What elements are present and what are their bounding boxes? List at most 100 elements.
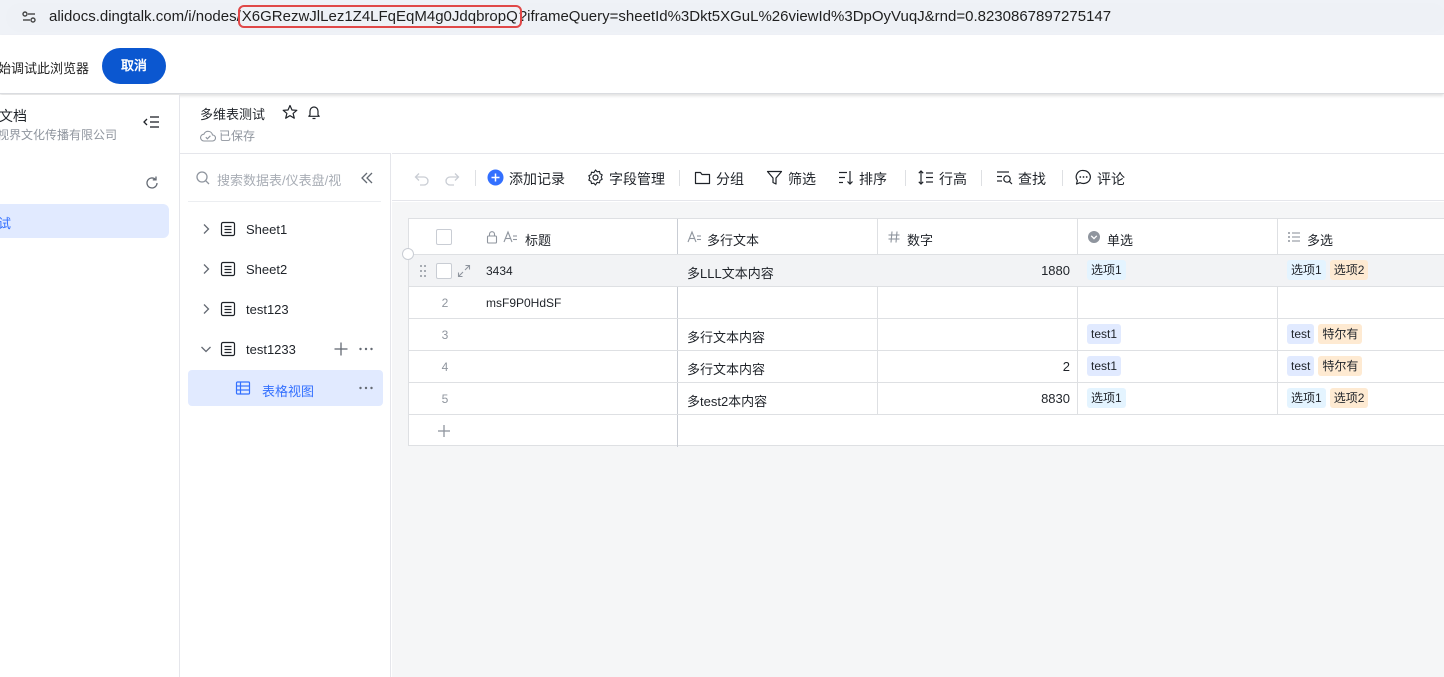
find-icon <box>997 171 1013 185</box>
chevron-right-icon[interactable] <box>200 303 212 315</box>
add-record-label: 添加记录 <box>509 171 565 187</box>
tree-item-label: test1233 <box>246 342 296 357</box>
sort-label: 排序 <box>859 171 887 187</box>
table-row[interactable]: 3 多行文本内容 test1 test 特尔有 <box>409 319 1444 351</box>
column-header-label: 单选 <box>1107 233 1134 248</box>
site-settings-icon[interactable] <box>21 9 37 25</box>
row-checkbox[interactable] <box>436 263 452 279</box>
table-row[interactable]: 2 msF9P0HdSF <box>409 287 1444 319</box>
row-height-label: 行高 <box>939 171 967 187</box>
url-prefix: alidocs.dingtalk.com/i/nodes/ <box>49 8 241 25</box>
chevron-right-icon[interactable] <box>200 263 212 275</box>
sort-icon <box>839 171 853 185</box>
table-row[interactable]: 5 多test2本内容 8830 选项1 选项1 选项2 <box>409 383 1444 415</box>
url-suffix: ?iframeQuery=sheetId%3Dkt5XGuL%26viewId%… <box>518 8 1112 25</box>
cell-single-select[interactable]: 选项1 <box>1087 260 1130 280</box>
lock-icon <box>486 231 498 244</box>
option-tag: 特尔有 <box>1318 356 1363 376</box>
tree-item-sheet2[interactable]: Sheet2 <box>188 251 383 287</box>
column-header-label: 数字 <box>907 233 934 248</box>
option-tag: 选项2 <box>1329 260 1369 280</box>
drag-handle-icon[interactable] <box>417 263 429 279</box>
refresh-icon[interactable] <box>144 175 160 191</box>
toolbar-divider <box>981 170 982 186</box>
filter-label: 筛选 <box>788 171 816 187</box>
cell-multi-select[interactable]: test 特尔有 <box>1287 324 1366 344</box>
plus-icon[interactable] <box>333 341 349 357</box>
option-tag: test <box>1287 324 1315 344</box>
cell-multi-select[interactable]: 选项1 选项2 <box>1287 260 1372 280</box>
add-row-button[interactable] <box>409 415 1444 447</box>
cell-single-select[interactable]: test1 <box>1087 356 1125 376</box>
cell-single-select[interactable]: 选项1 <box>1087 388 1130 408</box>
sidebar-title: 文档 <box>0 108 27 124</box>
column-header-single-select[interactable]: 单选 <box>1087 219 1275 255</box>
option-tag: 选项1 <box>1087 388 1126 408</box>
tree-divider <box>188 201 381 202</box>
text-field-icon <box>687 230 701 243</box>
table-icon <box>220 261 236 277</box>
undo-icon[interactable] <box>412 168 430 186</box>
option-tag: 特尔有 <box>1318 324 1363 344</box>
option-tag: 选项1 <box>1087 260 1126 280</box>
url-text[interactable]: alidocs.dingtalk.com/i/nodes/X6GRezwJlLe… <box>49 5 1112 28</box>
star-icon[interactable] <box>282 104 298 120</box>
left-sidebar: 文档 视界文化传播有限公司 试 <box>0 95 180 677</box>
redo-icon[interactable] <box>444 168 462 186</box>
select-all-checkbox[interactable] <box>436 229 452 245</box>
column-header-label: 多行文本 <box>707 233 760 248</box>
fold-icon[interactable] <box>360 171 374 185</box>
field-manage-label: 字段管理 <box>609 171 665 187</box>
comment-label: 评论 <box>1097 171 1125 187</box>
cell-single-select[interactable]: test1 <box>1087 324 1125 344</box>
table-row[interactable]: 3434 多LLL文本内容 1880 选项1 选项1 选项2 <box>409 255 1444 287</box>
bell-icon[interactable] <box>306 104 322 120</box>
column-header-title[interactable]: 标题 <box>485 219 675 255</box>
cell-multi-select[interactable]: test 特尔有 <box>1287 356 1366 376</box>
debug-banner: 始调试此浏览器 取消 <box>0 35 1444 94</box>
expand-icon[interactable] <box>457 264 471 278</box>
column-header-number[interactable]: 数字 <box>887 219 1075 255</box>
tree-item-sheet1[interactable]: Sheet1 <box>188 211 383 247</box>
option-tag: test1 <box>1087 356 1122 376</box>
tree-item-test1233[interactable]: test1233 <box>188 331 383 367</box>
data-table: 标题 多行文本 数字 单选 多选 3434 多LLL文本内容 1880 选项1 … <box>408 218 1444 447</box>
row-number: 3 <box>441 328 449 342</box>
more-icon[interactable] <box>358 380 374 396</box>
table-icon <box>220 341 236 357</box>
more-icon[interactable] <box>358 341 374 357</box>
toolbar: 添加记录 字段管理 分组 筛选 排序 行高 查找 评论 <box>392 153 1444 201</box>
row-insert-handle[interactable] <box>402 248 414 260</box>
row-height-icon <box>918 170 933 185</box>
toolbar-divider <box>475 170 476 186</box>
row-number: 4 <box>441 360 449 374</box>
collapse-sidebar-icon[interactable] <box>142 113 160 131</box>
tree-item-test123[interactable]: test123 <box>188 291 383 327</box>
sidebar-item-label: 试 <box>0 216 12 231</box>
tree-item-label: Sheet2 <box>246 262 288 277</box>
column-header-multitext[interactable]: 多行文本 <box>687 219 875 255</box>
cancel-button[interactable]: 取消 <box>102 48 166 84</box>
option-tag: 选项1 <box>1287 260 1326 280</box>
option-tag: 选项1 <box>1287 388 1326 408</box>
row-number: 2 <box>441 296 449 310</box>
saved-status: 已保存 <box>200 127 255 144</box>
tree-search-placeholder: 搜索数据表/仪表盘/视 <box>217 173 342 188</box>
find-label: 查找 <box>1018 171 1046 187</box>
tree-search-input[interactable]: 搜索数据表/仪表盘/视 <box>195 168 355 188</box>
column-header-label: 标题 <box>525 233 552 248</box>
table-header: 标题 多行文本 数字 单选 多选 <box>409 219 1444 255</box>
url-highlight: X6GRezwJlLez1Z4LFqEqM4g0JdqbropQ <box>237 5 522 28</box>
grid-view-icon <box>235 381 251 395</box>
sidebar-item-active[interactable]: 试 <box>0 204 169 238</box>
cloud-saved-icon <box>200 130 216 142</box>
page-title[interactable]: 多维表测试 <box>200 104 265 123</box>
table-row[interactable]: 4 多行文本内容 2 test1 test 特尔有 <box>409 351 1444 383</box>
cell-multi-select[interactable]: 选项1 选项2 <box>1287 388 1372 408</box>
chevron-down-icon[interactable] <box>200 343 212 355</box>
row-number: 5 <box>441 392 449 406</box>
column-header-multi-select[interactable]: 多选 <box>1287 219 1444 255</box>
chevron-right-icon[interactable] <box>200 223 212 235</box>
tree-item-grid-view[interactable]: 表格视图 <box>188 370 383 406</box>
gear-icon <box>588 169 603 186</box>
